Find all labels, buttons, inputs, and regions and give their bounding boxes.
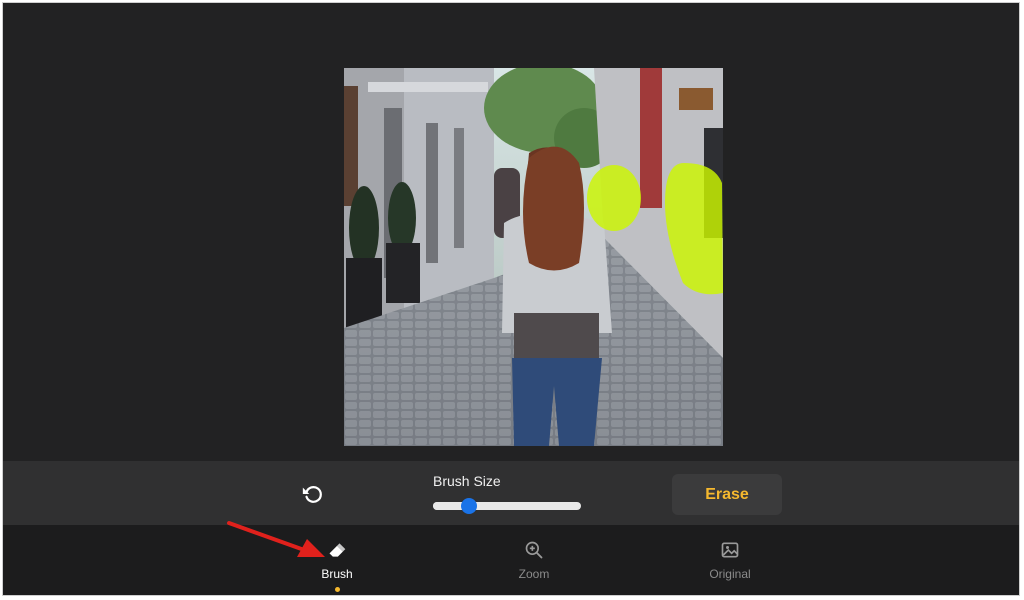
tab-original-label: Original (709, 567, 751, 581)
brush-size-label: Brush Size (433, 473, 501, 489)
tab-brush-label: Brush (321, 567, 353, 581)
image-icon (719, 539, 741, 561)
undo-button[interactable] (299, 481, 325, 507)
undo-icon (302, 486, 322, 503)
erase-button[interactable]: Erase (672, 474, 782, 515)
tab-zoom[interactable]: Zoom (489, 539, 579, 595)
bottom-tab-bar: Brush Zoom Original (3, 525, 1019, 595)
app-window: Brush Size Erase Brush Zoom Original (2, 2, 1020, 596)
brush-size-slider[interactable] (433, 498, 581, 514)
annotation-arrow (227, 521, 325, 557)
editor-canvas (3, 3, 1019, 461)
active-tab-indicator (334, 587, 340, 592)
slider-thumb[interactable] (460, 498, 477, 514)
tab-zoom-label: Zoom (518, 567, 550, 581)
zoom-in-icon (523, 539, 545, 561)
tab-original[interactable]: Original (685, 539, 775, 595)
photo-preview[interactable] (344, 68, 723, 446)
brush-controls-bar: Brush Size Erase (3, 461, 1019, 525)
eraser-icon (326, 539, 348, 561)
